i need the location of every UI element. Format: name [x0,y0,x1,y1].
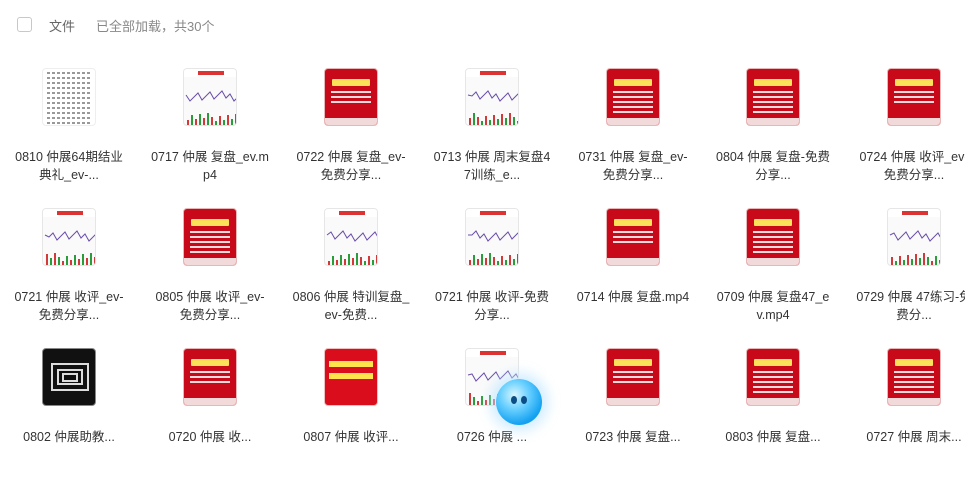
file-thumbnail [606,68,660,126]
file-item[interactable]: 0714 仲展 复盘.mp4 [574,208,715,348]
file-item[interactable]: 0807 仲展 收评... [292,348,433,488]
file-item[interactable]: 0713 仲展 周末复盘47训练_e... [433,68,574,208]
file-item[interactable]: 0805 仲展 收评_ev-免费分享... [151,208,292,348]
file-thumbnail [887,208,941,266]
file-name: 0713 仲展 周末复盘47训练_e... [433,150,551,182]
file-thumbnail [324,68,378,126]
file-thumbnail [887,348,941,406]
file-thumbnail [746,348,800,406]
file-name: 0805 仲展 收评_ev-免费分享... [155,290,265,322]
file-item[interactable]: 0723 仲展 复盘... [574,348,715,488]
file-thumbnail [324,208,378,266]
file-thumbnail [183,348,237,406]
file-thumbnail [183,68,237,126]
file-item[interactable]: 0806 仲展 特训复盘_ev-免费... [292,208,433,348]
file-name: 0724 仲展 收评_ev-免费分享... [859,150,965,182]
file-thumbnail [465,208,519,266]
file-item[interactable]: 0709 仲展 复盘47_ev.mp4 [714,208,855,348]
file-name: 0721 仲展 收评-免费分享... [435,290,549,322]
file-name: 0721 仲展 收评_ev-免费分享... [14,290,124,322]
column-header-file[interactable]: 文件 [49,16,75,35]
file-item[interactable]: 0804 仲展 复盘-免费分享... [714,68,855,208]
file-name: 0807 仲展 收评... [303,430,399,444]
file-thumbnail [42,68,96,126]
file-name: 0806 仲展 特训复盘_ev-免费... [292,290,410,322]
file-thumbnail [746,68,800,126]
file-name: 0804 仲展 复盘-免费分享... [716,150,830,182]
file-name: 0803 仲展 复盘... [725,430,821,444]
file-thumbnail [465,68,519,126]
file-item[interactable]: 0717 仲展 复盘_ev.mp4 [151,68,292,208]
file-name: 0731 仲展 复盘_ev-免费分享... [578,150,688,182]
file-item[interactable]: 0724 仲展 收评_ev-免费分享... [855,68,965,208]
file-thumbnail [324,348,378,406]
file-thumbnail [42,348,96,406]
file-item[interactable]: 0721 仲展 收评-免费分享... [433,208,574,348]
file-item[interactable]: 0810 仲展64期结业典礼_ev-... [10,68,151,208]
file-thumbnail [183,208,237,266]
select-all-checkbox[interactable] [17,17,32,32]
file-name: 0717 仲展 复盘_ev.mp4 [151,150,269,182]
assistant-mascot-icon[interactable] [496,379,542,425]
file-item[interactable]: 0803 仲展 复盘... [714,348,855,488]
file-name: 0726 仲展 ... [456,430,528,444]
file-item[interactable]: 0802 仲展助教... [10,348,151,488]
file-item[interactable]: 0721 仲展 收评_ev-免费分享... [10,208,151,348]
file-thumbnail [606,348,660,406]
file-thumbnail [606,208,660,266]
file-name: 0714 仲展 复盘.mp4 [576,290,690,304]
file-item[interactable]: 0720 仲展 收... [151,348,292,488]
file-thumbnail [42,208,96,266]
file-name: 0709 仲展 复盘47_ev.mp4 [716,290,830,322]
list-header: 文件 已全部加载，共30个 [0,0,965,50]
file-name: 0722 仲展 复盘_ev-免费分享... [296,150,406,182]
file-item[interactable]: 0729 仲展 47练习-免费分... [855,208,965,348]
file-name: 0723 仲展 复盘... [585,430,681,444]
file-thumbnail [746,208,800,266]
file-item[interactable]: 0727 仲展 周末... [855,348,965,488]
file-item[interactable]: 0722 仲展 复盘_ev-免费分享... [292,68,433,208]
file-item[interactable]: 0731 仲展 复盘_ev-免费分享... [574,68,715,208]
load-status-text: 已全部加载，共30个 [96,19,215,34]
file-name: 0720 仲展 收... [168,430,252,444]
file-name: 0802 仲展助教... [23,430,115,444]
file-thumbnail [887,68,941,126]
file-name: 0729 仲展 47练习-免费分... [856,290,965,322]
file-name: 0810 仲展64期结业典礼_ev-... [15,150,123,182]
file-name: 0727 仲展 周末... [866,430,962,444]
